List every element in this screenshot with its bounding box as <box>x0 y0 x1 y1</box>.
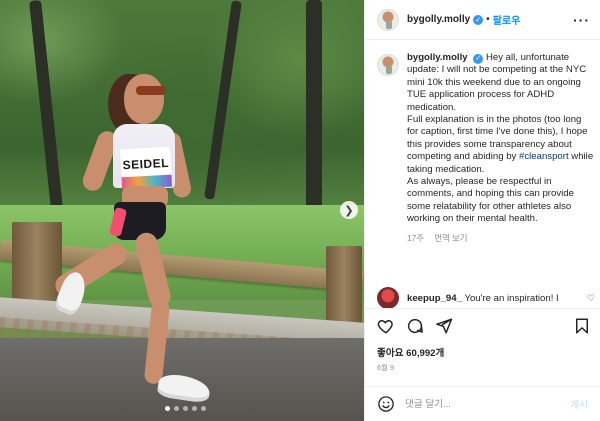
next-photo-button[interactable]: ❯ <box>340 201 358 219</box>
carousel-dot <box>183 406 188 411</box>
comment-item: keepup_94_ You're an inspiration! I ♡ <box>377 287 595 309</box>
post-date[interactable]: 6월 9 <box>377 362 394 373</box>
comment-body: You're an inspiration! I <box>464 292 559 304</box>
runner-shin-front <box>143 299 171 385</box>
follow-button[interactable]: 팔로우 <box>493 12 521 27</box>
caption-paragraph-3: As always, please be respectful in comme… <box>407 176 574 225</box>
caption-text: bygolly.molly ✓ Hey all, unfortunate upd… <box>407 52 595 244</box>
bookmark-icon <box>576 318 588 334</box>
save-button[interactable] <box>573 317 591 335</box>
carousel-dot <box>165 406 170 411</box>
smiley-icon[interactable] <box>377 395 395 413</box>
like-button[interactable] <box>377 317 395 335</box>
caption: bygolly.molly ✓ Hey all, unfortunate upd… <box>377 52 595 244</box>
likes-count[interactable]: 좋아요 60,992개 <box>377 345 444 359</box>
race-bib: SEIDEL <box>119 146 173 190</box>
verified-badge-icon: ✓ <box>473 14 484 25</box>
carousel-indicator <box>165 406 206 411</box>
chevron-right-icon: ❯ <box>344 204 354 217</box>
runner-thigh-front <box>133 230 173 310</box>
author-avatar[interactable] <box>377 8 399 31</box>
comment-like-heart-icon[interactable]: ♡ <box>587 293 595 304</box>
commenter-username[interactable]: keepup_94_ <box>407 293 462 304</box>
separator: • <box>486 14 490 25</box>
comment-button[interactable] <box>406 317 424 335</box>
post-image[interactable]: SEIDEL ❯ <box>0 0 364 421</box>
bib-name: SEIDEL <box>122 155 170 173</box>
commenter-avatar[interactable] <box>377 287 399 309</box>
carousel-dot <box>192 406 197 411</box>
caption-author[interactable]: bygolly.molly <box>407 52 468 63</box>
heart-icon <box>377 319 393 334</box>
caption-meta: 17주 번역 보기 <box>407 232 595 244</box>
carousel-dot <box>201 406 206 411</box>
share-button[interactable] <box>435 317 453 335</box>
divider <box>365 308 600 309</box>
caption-author-avatar[interactable] <box>377 54 399 76</box>
time-ago[interactable]: 17주 <box>407 233 424 243</box>
sunglasses <box>136 86 166 95</box>
action-bar <box>377 316 591 336</box>
comment-text: keepup_94_ You're an inspiration! I <box>407 293 577 304</box>
add-comment-bar: 게시 <box>365 386 600 421</box>
carousel-dot <box>174 406 179 411</box>
author-username[interactable]: bygolly.molly <box>407 14 470 25</box>
comment-input[interactable] <box>405 398 555 410</box>
runner-head <box>124 74 164 124</box>
comment-bubble-icon <box>407 318 423 334</box>
runner: SEIDEL <box>0 0 364 421</box>
post-comment-button[interactable]: 게시 <box>570 397 588 411</box>
post-header: bygolly.molly ✓ • 팔로우 ··· <box>365 0 600 40</box>
verified-badge-icon: ✓ <box>473 54 484 65</box>
translate-link[interactable]: 번역 보기 <box>434 233 467 243</box>
more-options-icon[interactable]: ··· <box>573 12 590 28</box>
shoe-front <box>156 372 212 404</box>
hashtag-link[interactable]: #cleansport <box>519 151 569 162</box>
paper-plane-icon <box>436 318 453 334</box>
post-side-panel: bygolly.molly ✓ • 팔로우 ··· bygolly.molly … <box>364 0 600 421</box>
